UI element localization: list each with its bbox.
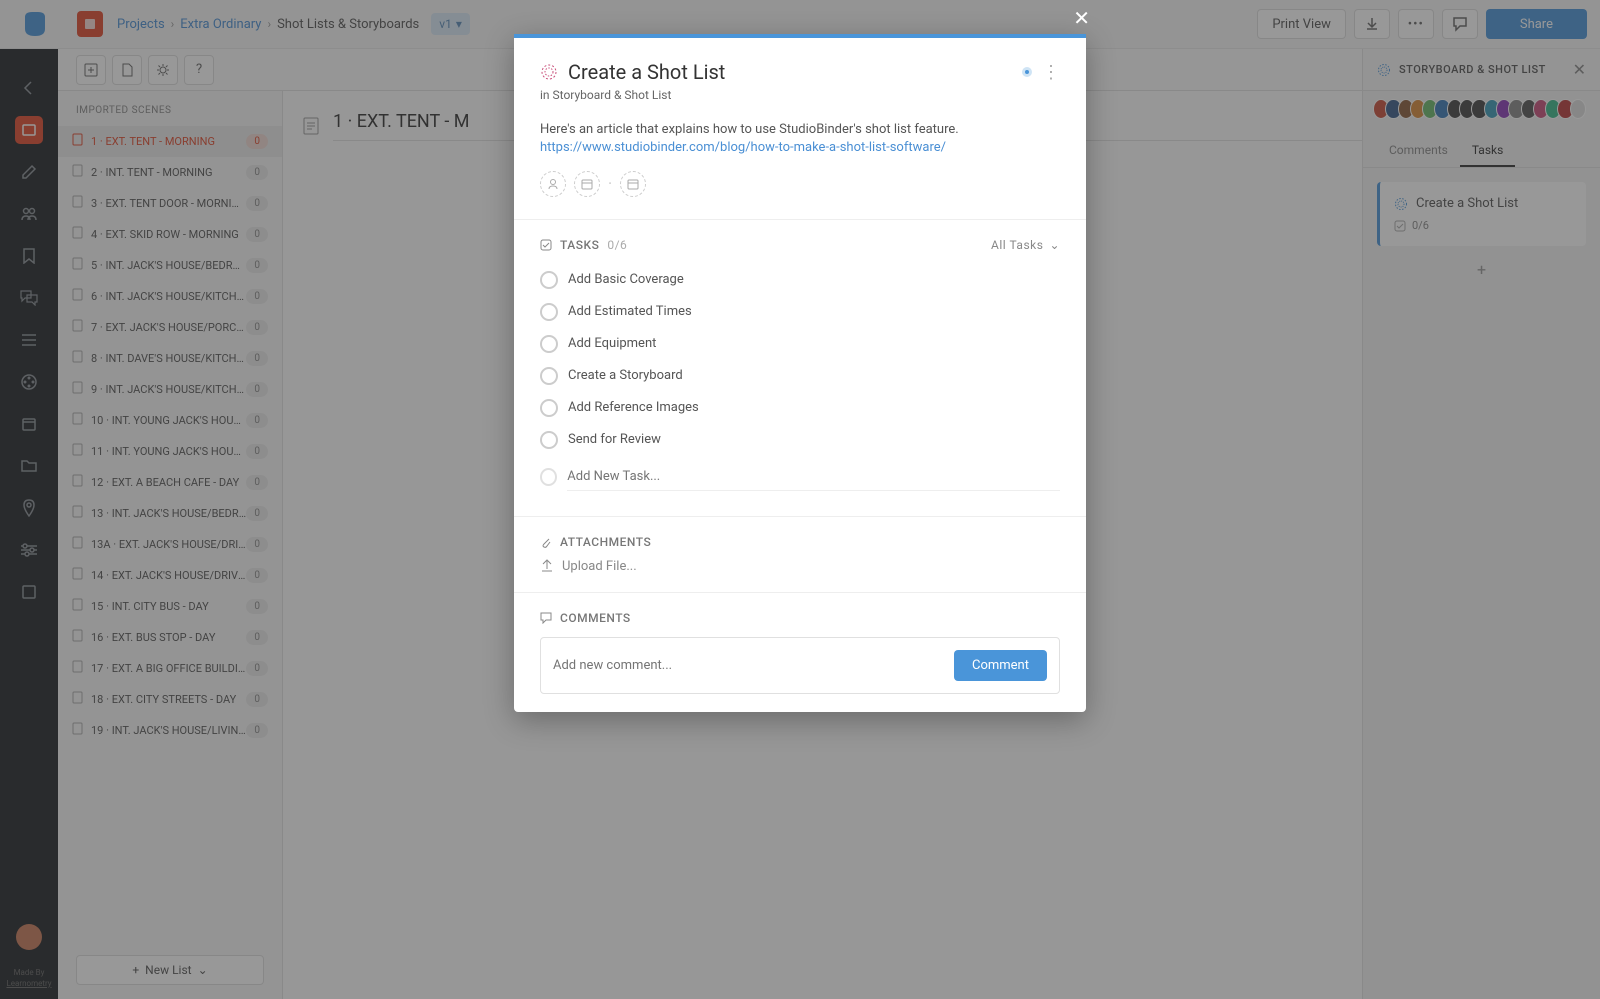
- modal-link[interactable]: https://www.studiobinder.com/blog/how-to…: [540, 140, 1060, 155]
- task-label: Add Reference Images: [568, 400, 699, 415]
- upload-file-button[interactable]: Upload File...: [540, 559, 1060, 574]
- task-checkbox[interactable]: [540, 335, 558, 353]
- chevron-down-icon: ⌄: [1049, 238, 1060, 252]
- task-checkbox[interactable]: [540, 399, 558, 417]
- add-task-input[interactable]: [567, 463, 1060, 491]
- comment-button[interactable]: Comment: [954, 650, 1047, 681]
- task-row: Create a Storyboard: [540, 360, 1060, 392]
- add-date-button[interactable]: [574, 171, 600, 197]
- task-row: Add Basic Coverage: [540, 264, 1060, 296]
- task-checkbox[interactable]: [540, 367, 558, 385]
- modal-more-button[interactable]: ⋮: [1042, 62, 1060, 83]
- status-indicator: [1022, 67, 1032, 77]
- task-label: Add Estimated Times: [568, 304, 692, 319]
- check-icon: [540, 239, 552, 251]
- add-due-button[interactable]: [620, 171, 646, 197]
- comments-section-label: COMMENTS: [560, 611, 631, 625]
- upload-label: Upload File...: [562, 559, 637, 574]
- add-assignee-button[interactable]: [540, 171, 566, 197]
- task-row: Add Equipment: [540, 328, 1060, 360]
- gear-icon: [540, 63, 558, 81]
- task-label: Send for Review: [568, 432, 661, 447]
- task-label: Create a Storyboard: [568, 368, 683, 383]
- task-row: Add Reference Images: [540, 392, 1060, 424]
- comment-icon: [540, 612, 552, 624]
- paperclip-icon: [540, 536, 552, 548]
- tasks-filter-dropdown[interactable]: All Tasks ⌄: [991, 238, 1060, 252]
- modal-title: Create a Shot List: [568, 60, 1012, 84]
- task-label: Add Equipment: [568, 336, 656, 351]
- add-task-checkbox: [540, 468, 557, 486]
- task-label: Add Basic Coverage: [568, 272, 684, 287]
- attachments-section-label: ATTACHMENTS: [560, 535, 651, 549]
- calendar-icon: [627, 178, 639, 190]
- calendar-icon: [581, 178, 593, 190]
- task-checkbox[interactable]: [540, 271, 558, 289]
- upload-icon: [540, 559, 554, 573]
- user-icon: [547, 178, 559, 190]
- task-checkbox[interactable]: [540, 303, 558, 321]
- close-modal-button[interactable]: ✕: [1073, 6, 1090, 30]
- tasks-section-label: TASKS: [560, 238, 599, 252]
- tasks-filter-label: All Tasks: [991, 238, 1043, 252]
- task-checkbox[interactable]: [540, 431, 558, 449]
- task-row: Add Estimated Times: [540, 296, 1060, 328]
- comment-input[interactable]: [553, 658, 954, 673]
- tasks-section-count: 0/6: [607, 238, 627, 252]
- task-row: Send for Review: [540, 424, 1060, 456]
- modal-overlay[interactable]: ✕ Create a Shot List ⋮ in Storyboard & S…: [0, 0, 1600, 999]
- divider: ·: [608, 174, 612, 193]
- create-shot-list-modal: ✕ Create a Shot List ⋮ in Storyboard & S…: [514, 34, 1086, 712]
- modal-description: Here's an article that explains how to u…: [540, 120, 1060, 140]
- modal-subtitle: in Storyboard & Shot List: [540, 88, 1060, 102]
